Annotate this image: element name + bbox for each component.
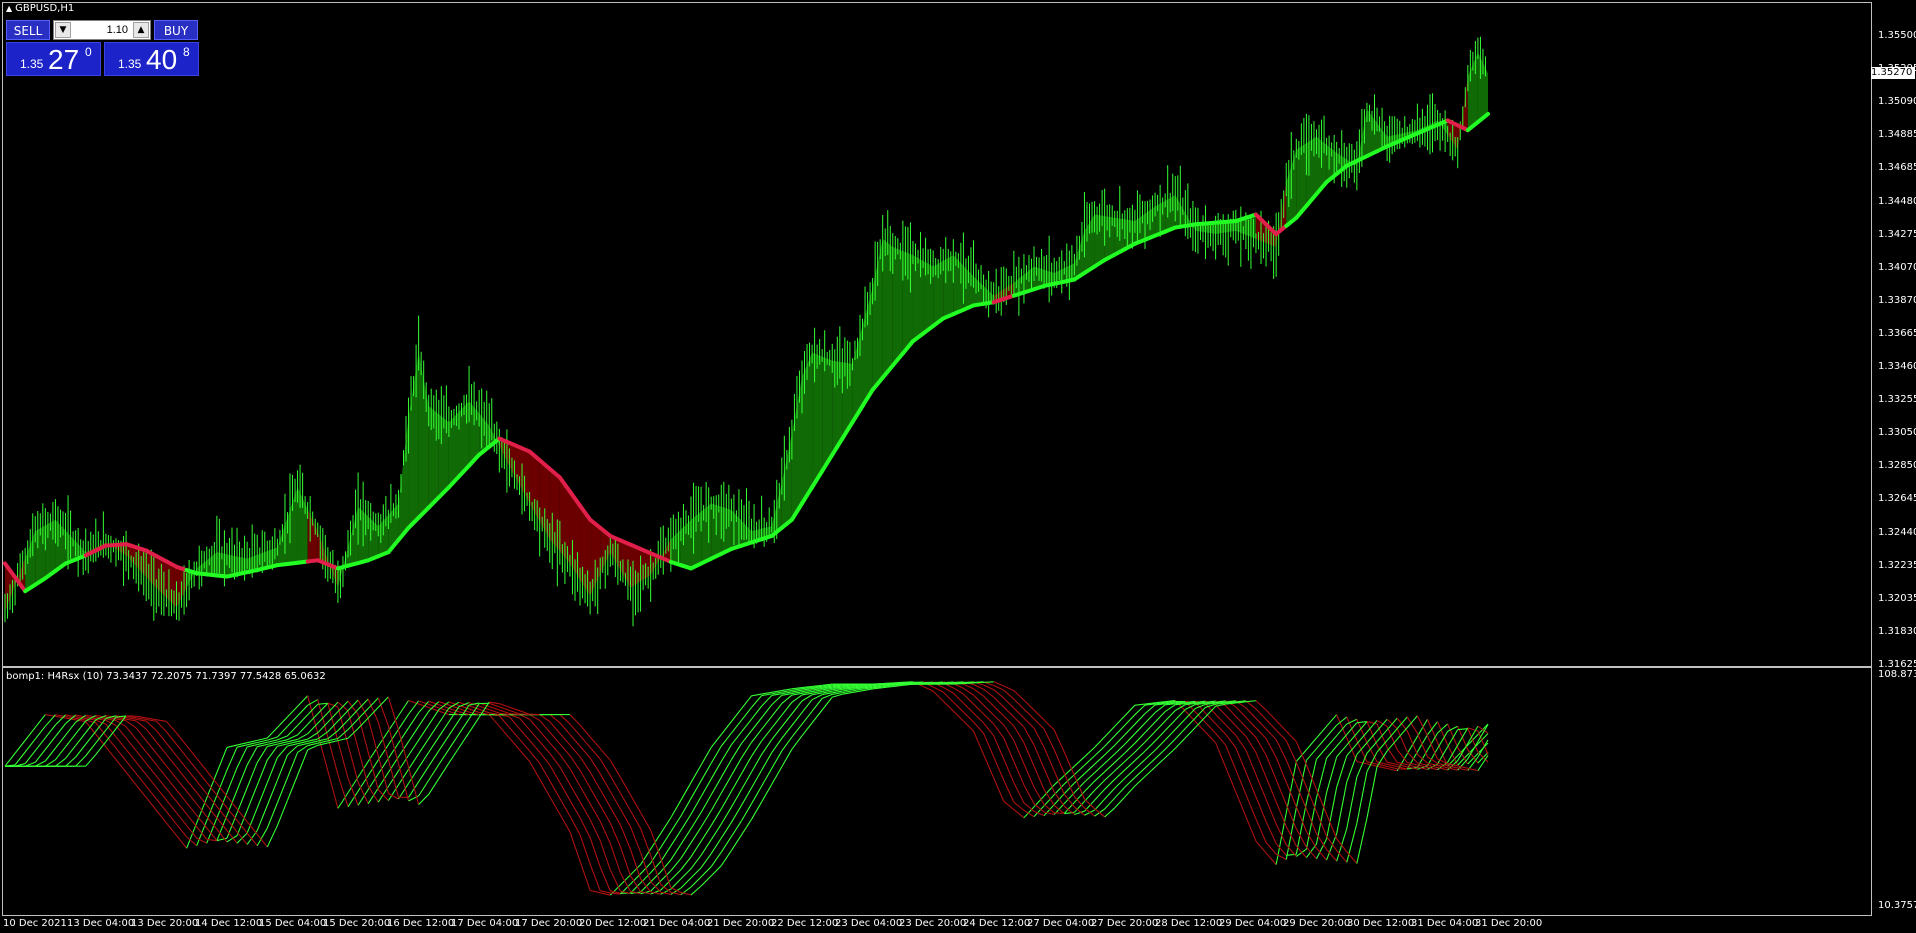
time-tick-label: 31 Dec 20:00 — [1475, 918, 1543, 929]
price-tick-label: 1.32440 — [1878, 526, 1916, 538]
time-tick-label: 29 Dec 20:00 — [1283, 918, 1351, 929]
indicator-tick-label: 10.3757 — [1878, 900, 1916, 911]
price-tick-label: 1.32850 — [1878, 460, 1916, 472]
price-tick-label: 1.32645 — [1878, 493, 1916, 505]
time-tick-label: 24 Dec 12:00 — [963, 918, 1031, 929]
buy-price-prefix: 1.35 — [118, 57, 142, 71]
time-tick-label: 15 Dec 04:00 — [259, 918, 327, 929]
one-click-trading-panel: SELL ▼ ▲ BUY 1.35 27 0 1.35 40 8 — [6, 20, 199, 76]
price-tick-label: 1.31830 — [1878, 625, 1916, 637]
price-tick-label: 1.34070 — [1878, 261, 1916, 273]
time-tick-label: 17 Dec 20:00 — [515, 918, 583, 929]
time-tick-label: 10 Dec 2021 — [3, 918, 67, 929]
indicator-frame — [2, 667, 1872, 916]
buy-price-sup: 8 — [183, 45, 190, 59]
sell-price-big: 27 — [48, 44, 80, 75]
price-tick-label: 1.34275 — [1878, 228, 1916, 240]
lot-size-input[interactable] — [72, 22, 130, 38]
time-tick-label: 31 Dec 04:00 — [1411, 918, 1479, 929]
time-tick-label: 22 Dec 12:00 — [771, 918, 839, 929]
time-tick-label: 28 Dec 12:00 — [1155, 918, 1223, 929]
time-tick-label: 13 Dec 04:00 — [67, 918, 135, 929]
time-tick-label: 13 Dec 20:00 — [131, 918, 199, 929]
sell-price-prefix: 1.35 — [20, 57, 44, 71]
buy-price-big: 40 — [146, 44, 178, 75]
price-tick-label: 1.35500 — [1878, 30, 1916, 41]
time-tick-label: 15 Dec 20:00 — [323, 918, 391, 929]
lot-size-stepper: ▼ ▲ — [53, 20, 151, 40]
price-tick-label: 1.32235 — [1878, 559, 1916, 571]
price-tick-label: 1.33665 — [1878, 327, 1916, 339]
current-price-tag: 1.35270 — [1871, 67, 1915, 79]
symbol-label: GBPUSD,H1 — [15, 3, 75, 14]
time-tick-label: 27 Dec 04:00 — [1027, 918, 1095, 929]
sell-button[interactable]: SELL — [6, 20, 50, 40]
price-tick-label: 1.33870 — [1878, 294, 1916, 306]
price-tick-label: 1.34480 — [1878, 195, 1916, 207]
time-tick-label: 30 Dec 12:00 — [1347, 918, 1415, 929]
buy-quote[interactable]: 1.35 40 8 — [104, 42, 199, 76]
sell-price-sup: 0 — [85, 45, 92, 59]
time-tick-label: 27 Dec 20:00 — [1091, 918, 1159, 929]
price-tick-label: 1.35090 — [1878, 96, 1916, 108]
price-tick-label: 1.32035 — [1878, 592, 1916, 604]
lot-decrease-icon[interactable]: ▼ — [55, 22, 71, 38]
time-tick-label: 23 Dec 20:00 — [899, 918, 967, 929]
price-tick-label: 1.34685 — [1878, 162, 1916, 174]
price-tick-label: 1.33255 — [1878, 394, 1916, 406]
buy-button[interactable]: BUY — [154, 20, 198, 40]
price-tick-label: 1.33460 — [1878, 361, 1916, 372]
lot-increase-icon[interactable]: ▲ — [133, 22, 149, 38]
time-tick-label: 20 Dec 12:00 — [579, 918, 647, 929]
time-tick-label: 16 Dec 12:00 — [387, 918, 455, 929]
indicator-title: bomp1: H4Rsx (10) 73.3437 72.2075 71.739… — [6, 671, 326, 682]
time-tick-label: 17 Dec 04:00 — [451, 918, 519, 929]
time-tick-label: 21 Dec 04:00 — [643, 918, 711, 929]
time-tick-label: 14 Dec 12:00 — [195, 918, 263, 929]
collapse-triangle-icon[interactable]: ▲ — [6, 4, 12, 13]
indicator-tick-label: 108.8738 — [1878, 669, 1916, 680]
main-chart-frame — [2, 2, 1872, 667]
time-tick-label: 21 Dec 20:00 — [707, 918, 775, 929]
time-tick-label: 29 Dec 04:00 — [1219, 918, 1287, 929]
price-tick-label: 1.33050 — [1878, 427, 1916, 439]
sell-quote[interactable]: 1.35 27 0 — [6, 42, 101, 76]
price-tick-label: 1.34885 — [1878, 129, 1916, 141]
chart-title: ▲ GBPUSD,H1 — [6, 3, 74, 14]
time-tick-label: 23 Dec 04:00 — [835, 918, 903, 929]
